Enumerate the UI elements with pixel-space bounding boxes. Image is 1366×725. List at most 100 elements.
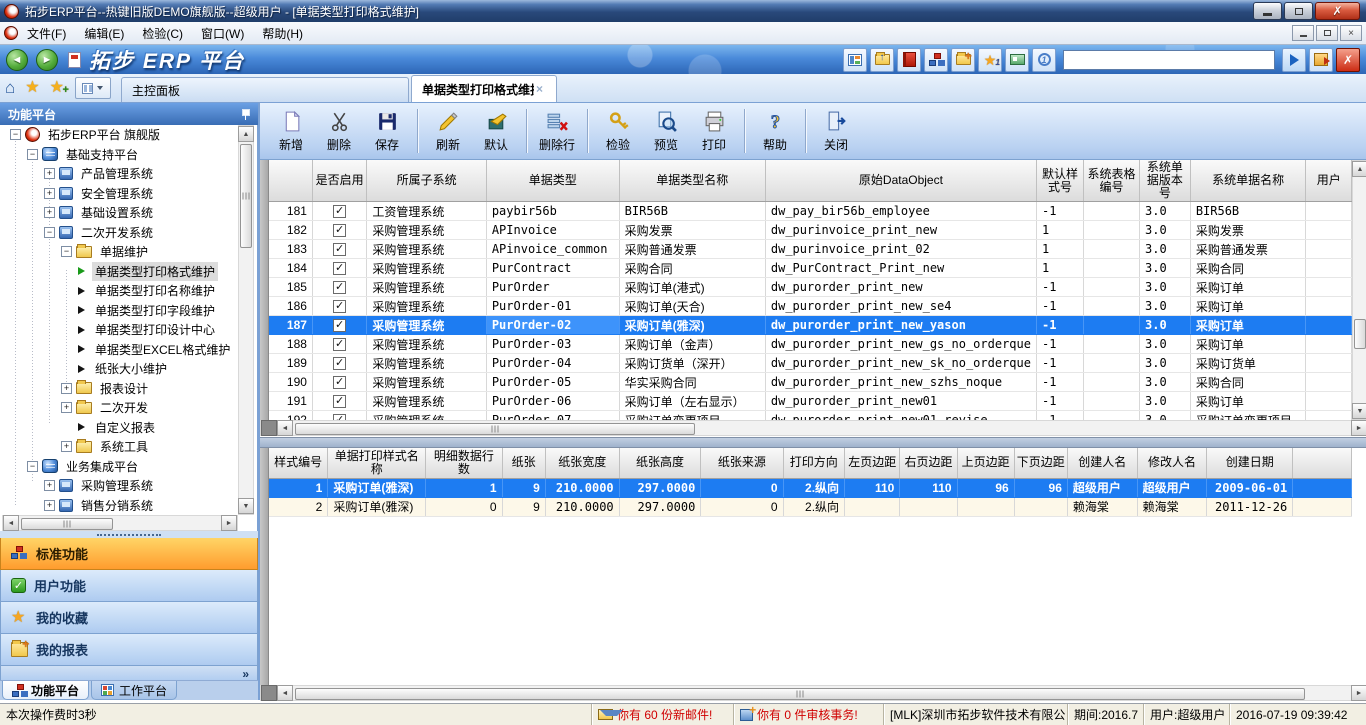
quick-search-input[interactable]	[1063, 50, 1275, 70]
tree-item[interactable]: +基础设置系统	[2, 203, 238, 223]
enabled-checkbox[interactable]: ✓	[333, 395, 346, 408]
collapse-icon[interactable]: −	[10, 129, 21, 140]
col-paper[interactable]: 纸张	[502, 448, 545, 478]
add-favorite-button[interactable]: ★+	[50, 73, 64, 102]
tree-item-selected[interactable]: 单据类型打印格式维护	[2, 262, 238, 282]
col-margin-left[interactable]: 左页边距	[845, 448, 900, 478]
scroll-left-icon[interactable]: ◄	[277, 685, 293, 701]
save-button[interactable]: 保存	[364, 105, 410, 157]
col-style-no[interactable]: 样式编号	[269, 448, 328, 478]
scrollbar-thumb[interactable]	[240, 144, 252, 248]
mdi-close-button[interactable]: ×	[1340, 25, 1362, 41]
favorite-button[interactable]: ★	[25, 73, 39, 102]
expand-icon[interactable]: +	[44, 480, 55, 491]
tab-print-format[interactable]: 单据类型打印格式维护 ×	[411, 75, 557, 102]
expand-icon[interactable]: +	[61, 383, 72, 394]
scroll-down-icon[interactable]: ▼	[1352, 403, 1366, 419]
table-row[interactable]: 189✓采购管理系统PurOrder-04采购订货单（深开）dw_purorde…	[269, 354, 1352, 373]
delete-row-button[interactable]: 删除行	[534, 105, 580, 157]
col-margin-bottom[interactable]: 下页边距	[1014, 448, 1067, 478]
menu-window[interactable]: 窗口(W)	[192, 22, 253, 45]
menu-edit[interactable]: 编辑(E)	[75, 22, 133, 45]
col-subsystem[interactable]: 所属子系统	[367, 160, 486, 202]
tab-work-platform[interactable]: 工作平台	[91, 681, 177, 700]
new-folder-button[interactable]	[951, 48, 975, 72]
nav-user-functions[interactable]: ✓用户功能	[0, 570, 258, 602]
minimize-button[interactable]	[1253, 2, 1282, 20]
scroll-left-icon[interactable]: ◄	[277, 420, 293, 436]
contacts-button[interactable]	[1005, 48, 1029, 72]
messages-button[interactable]: 1	[1032, 48, 1056, 72]
tree-item[interactable]: +销售分销系统	[2, 496, 238, 516]
main-grid-horizontal-scrollbar[interactable]: ◄ ►	[260, 420, 1366, 436]
style-grid-horizontal-scrollbar[interactable]: ◄ ►	[260, 685, 1366, 701]
tree-item[interactable]: −单据维护	[2, 242, 238, 262]
table-row[interactable]: 188✓采购管理系统PurOrder-03采购订单（金声）dw_purorder…	[269, 335, 1352, 354]
scroll-up-icon[interactable]: ▲	[238, 126, 254, 142]
expand-icon[interactable]: +	[61, 402, 72, 413]
enabled-checkbox[interactable]: ✓	[333, 262, 346, 275]
default-button[interactable]: 默认	[473, 105, 519, 157]
nav-standard-functions[interactable]: 标准功能	[0, 538, 258, 570]
col-margin-right[interactable]: 右页边距	[900, 448, 957, 478]
scrollbar-thumb[interactable]	[295, 423, 695, 435]
col-detail-rows[interactable]: 明细数据行数	[426, 448, 502, 478]
col-paper-width[interactable]: 纸张宽度	[545, 448, 619, 478]
enabled-checkbox[interactable]: ✓	[333, 205, 346, 218]
col-orientation[interactable]: 打印方向	[783, 448, 845, 478]
enabled-checkbox[interactable]: ✓	[333, 300, 346, 313]
tree-item[interactable]: 单据类型打印设计中心	[2, 320, 238, 340]
favorites-button[interactable]: ★1	[978, 48, 1002, 72]
table-row[interactable]: 185✓采购管理系统PurOrder采购订单(港式)dw_purorder_pr…	[269, 278, 1352, 297]
tree-item[interactable]: +系统工具	[2, 437, 238, 457]
col-create-date[interactable]: 创建日期	[1207, 448, 1293, 478]
sidebar-splitter[interactable]	[0, 531, 258, 538]
tree-item[interactable]: −基础支持平台	[2, 145, 238, 165]
scrollbar-thumb[interactable]	[295, 688, 1305, 700]
tree-item[interactable]: −业务集成平台	[2, 457, 238, 477]
enabled-checkbox[interactable]: ✓	[333, 319, 346, 332]
menu-check[interactable]: 检验(C)	[133, 22, 192, 45]
status-mail[interactable]: 你有 60 份新邮件!	[592, 704, 734, 725]
tree-item[interactable]: +安全管理系统	[2, 184, 238, 204]
table-row[interactable]: 2采购订单(雅深)09210.0000297.000002.纵向赖海棠赖海棠20…	[269, 497, 1352, 516]
scroll-down-icon[interactable]: ▼	[238, 498, 254, 514]
new-button[interactable]: 新增	[268, 105, 314, 157]
table-row[interactable]: 181✓工资管理系统paybir56bBIR56Bdw_pay_bir56b_e…	[269, 202, 1352, 221]
col-user[interactable]: 用户	[1306, 160, 1352, 202]
refresh-button[interactable]: 刷新	[425, 105, 471, 157]
scroll-left-icon[interactable]: ◄	[3, 515, 19, 531]
col-dataobject[interactable]: 原始DataObject	[765, 160, 1036, 202]
tree-item[interactable]: 单据类型打印名称维护	[2, 281, 238, 301]
table-row[interactable]: 190✓采购管理系统PurOrder-05华实采购合同dw_purorder_p…	[269, 373, 1352, 392]
col-paper-source[interactable]: 纸张来源	[701, 448, 783, 478]
tree-item[interactable]: 自定义报表	[2, 418, 238, 438]
nav-my-reports[interactable]: 我的报表	[0, 634, 258, 666]
tree-item-root[interactable]: −拓步ERP平台 旗舰版	[2, 125, 238, 145]
tree-item[interactable]: +采购管理系统	[2, 476, 238, 496]
table-row-selected[interactable]: 1采购订单(雅深)19210.0000297.000002.纵向11011096…	[269, 478, 1352, 497]
collapse-icon[interactable]: −	[61, 246, 72, 257]
tree-vertical-scrollbar[interactable]: ▲ ▼	[238, 125, 254, 515]
tab-function-platform[interactable]: 功能平台	[2, 681, 89, 700]
col-paper-height[interactable]: 纸张高度	[619, 448, 701, 478]
home-button[interactable]: ⌂	[5, 73, 15, 102]
collapse-icon[interactable]: −	[27, 461, 38, 472]
tab-dashboard[interactable]: 主控面板	[121, 77, 409, 102]
scroll-up-icon[interactable]: ▲	[1352, 161, 1366, 177]
table-row[interactable]: 191✓采购管理系统PurOrder-06采购订单（左右显示）dw_purord…	[269, 392, 1352, 411]
window-list-button[interactable]	[75, 77, 111, 99]
col-modifier[interactable]: 修改人名	[1137, 448, 1207, 478]
tree-item[interactable]: 单据类型EXCEL格式维护	[2, 340, 238, 360]
col-margin-top[interactable]: 上页边距	[957, 448, 1014, 478]
col-doc-name[interactable]: 单据类型名称	[619, 160, 765, 202]
home-exit-button[interactable]	[1309, 48, 1333, 72]
scroll-right-icon[interactable]: ►	[1351, 685, 1366, 701]
expand-icon[interactable]: +	[44, 207, 55, 218]
col-default-style[interactable]: 默认样式号	[1036, 160, 1083, 202]
table-row-selected[interactable]: 187✓采购管理系统PurOrder-02采购订单(雅深)dw_purorder…	[269, 316, 1352, 335]
tree-item[interactable]: 单据类型打印字段维护	[2, 301, 238, 321]
forward-button[interactable]: ►	[36, 49, 58, 71]
expand-icon[interactable]: +	[44, 188, 55, 199]
col-sys-version[interactable]: 系统单据版本号	[1140, 160, 1191, 202]
